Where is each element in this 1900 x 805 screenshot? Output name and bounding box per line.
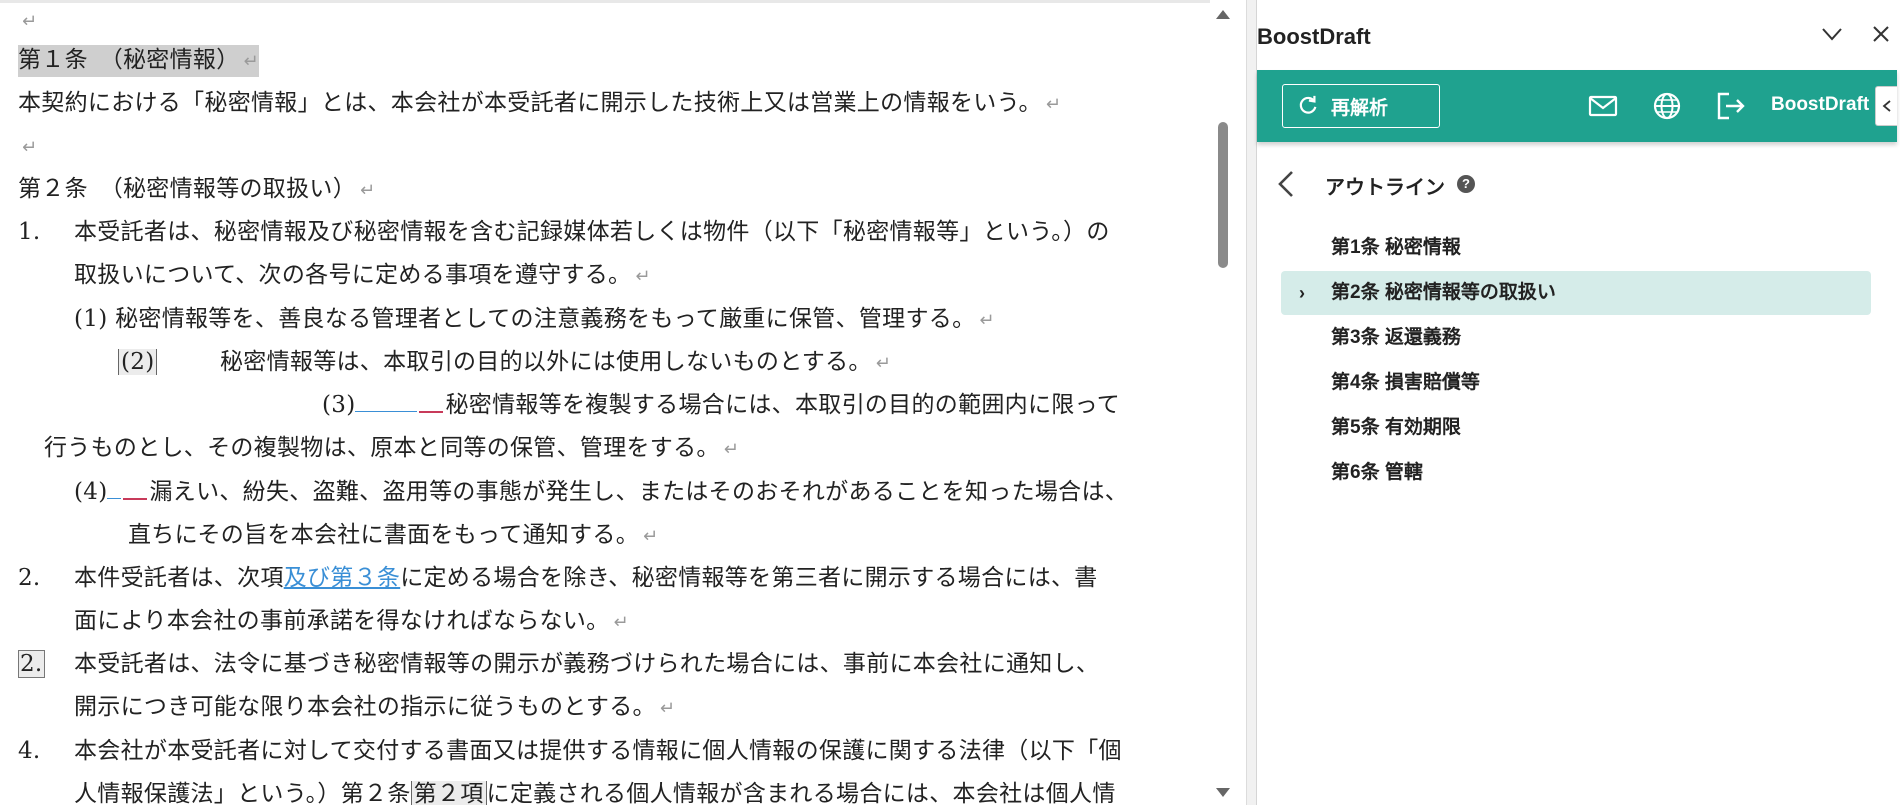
item-number: (1) — [74, 306, 108, 332]
outline-item-article-2[interactable]: › 第2条 秘密情報等の取扱い — [1281, 271, 1871, 315]
pane-splitter[interactable] — [1246, 0, 1256, 805]
outline-item-label: 第6条 管轄 — [1331, 462, 1423, 483]
item-number: 2. — [18, 565, 41, 591]
collapse-toolbar-tab[interactable] — [1875, 86, 1897, 126]
scroll-down-arrow[interactable] — [1216, 788, 1230, 797]
paragraph-text: 本受託者は、法令に基づき秘密情報等の開示が義務づけられた場合には、事前に本会社に… — [74, 651, 1100, 677]
paragraph: 開示につき可能な限り本会社の指示に従うものとする。 ↵ — [74, 694, 676, 720]
heading-article-2: 第２条 （秘密情報等の取扱い） ↵ — [18, 176, 376, 202]
inserted-space-mark — [107, 477, 122, 499]
outline-item-article-4[interactable]: 第4条 損害賠償等 — [1281, 361, 1871, 405]
paragraph: 直ちにその旨を本会社に書面をもって通知する。 ↵ — [128, 522, 659, 548]
paragraph-text: 行うものとし、その複製物は、原本と同等の保管、管理をする。 — [44, 435, 720, 461]
paragraph-mark: ↵ — [22, 11, 38, 32]
numbered-item: 2. — [18, 563, 41, 593]
inserted-space-mark — [355, 390, 418, 412]
reanalyze-button[interactable]: 再解析 — [1282, 84, 1440, 128]
paragraph-text: 秘密情報等を、善良なる管理者としての注意義務をもって厳重に保管、管理する。 — [115, 306, 976, 332]
outline-item-label: 第1条 秘密情報 — [1331, 237, 1461, 258]
empty-paragraph: ↵ — [18, 5, 37, 37]
paragraph-text: 本受託者は、秘密情報及び秘密情報を含む記録媒体若しくは物件（以下「秘密情報等」と… — [74, 219, 1110, 245]
refresh-icon — [1299, 95, 1317, 114]
paragraph-text: 本件受託者は、次項 — [74, 565, 284, 591]
paragraph: 本契約における「秘密情報」とは、本会社が本受託者に開示した技術上又は営業上の情報… — [18, 90, 1062, 116]
numbered-item: 1. — [18, 217, 41, 247]
item-number: (2) — [118, 349, 158, 375]
heading-text: 第１条 （秘密情報） — [18, 47, 240, 73]
mail-icon[interactable] — [1587, 90, 1619, 122]
outline-item-label: 第2条 秘密情報等の取扱い — [1331, 282, 1556, 303]
paragraph-text: 開示につき可能な限り本会社の指示に従うものとする。 — [74, 694, 656, 720]
outline-item-article-3[interactable]: 第3条 返還義務 — [1281, 316, 1871, 360]
outline-item-article-1[interactable]: 第1条 秘密情報 — [1281, 226, 1871, 270]
scroll-thumb[interactable] — [1218, 122, 1228, 268]
brand-label: BoostDraft — [1771, 94, 1870, 115]
outline-item-label: 第4条 損害賠償等 — [1331, 372, 1480, 393]
sub-item: (4) 漏えい、紛失、盗難、盗用等の事態が発生し、またはそのおそれがあることを知っ… — [74, 477, 1128, 507]
paragraph: 本受託者は、法令に基づき秘密情報等の開示が義務づけられた場合には、事前に本会社に… — [74, 649, 1099, 679]
paragraph-text: に定める場合を除き、秘密情報等を第三者に開示する場合には、書 — [400, 565, 1098, 591]
item-number: 2. — [18, 650, 45, 678]
chevron-right-icon[interactable]: › — [1299, 271, 1305, 315]
logout-icon[interactable] — [1715, 90, 1747, 122]
change-mark — [123, 486, 148, 500]
sub-item: (1) 秘密情報等を、善良なる管理者としての注意義務をもって厳重に保管、管理する… — [74, 306, 995, 332]
chevron-left-icon — [1882, 100, 1891, 112]
paragraph-text: 秘密情報等は、本取引の目的以外には使用しないものとする。 — [220, 349, 872, 375]
empty-paragraph: ↵ — [22, 137, 38, 158]
sub-item: (3) 秘密情報等を複製する場合には、本取引の目的の範囲内に限って — [322, 390, 1120, 420]
document-area[interactable]: ↵ 第１条 （秘密情報） ↵ 本契約における「秘密情報」とは、本会社が本受託者に開… — [0, 0, 1210, 805]
globe-icon[interactable] — [1651, 90, 1683, 122]
paragraph-text: 直ちにその旨を本会社に書面をもって通知する。 — [128, 522, 639, 548]
paragraph-text: 秘密情報等を複製する場合には、本取引の目的の範囲内に限って — [445, 392, 1121, 418]
paragraph-text: 本契約における「秘密情報」とは、本会社が本受託者に開示した技術上又は営業上の情報… — [18, 90, 1042, 116]
item-number: 4. — [18, 738, 41, 764]
outline-item-label: 第5条 有効期限 — [1331, 417, 1461, 438]
scroll-up-arrow[interactable] — [1216, 10, 1230, 19]
paragraph: 本受託者は、秘密情報及び秘密情報を含む記録媒体若しくは物件（以下「秘密情報等」と… — [74, 217, 1110, 247]
paragraph-text: 漏えい、紛失、盗難、盗用等の事態が発生し、またはそのおそれがあることを知った場合… — [149, 479, 1129, 505]
paragraph-text: 面により本会社の事前承諾を得なければならない。 — [74, 608, 610, 634]
outline-item-article-6[interactable]: 第6条 管轄 — [1281, 451, 1871, 495]
change-mark — [419, 399, 444, 413]
paragraph: 取扱いについて、次の各号に定める事項を遵守する。 ↵ — [74, 262, 651, 288]
paragraph-text: に定義される個人情報が含まれる場合には、本会社は個人情 — [486, 781, 1116, 805]
chevron-down-icon[interactable] — [1821, 26, 1843, 42]
item-number: (4) — [74, 479, 108, 505]
close-icon[interactable] — [1871, 24, 1891, 44]
numbered-item: 4. — [18, 736, 41, 766]
heading-text: 第２条 （秘密情報等の取扱い） — [18, 176, 356, 202]
paragraph: 本件受託者は、次項及び第３条に定める場合を除き、秘密情報等を第三者に開示する場合… — [74, 563, 1098, 593]
paragraph: 行うものとし、その複製物は、原本と同等の保管、管理をする。 ↵ — [44, 435, 740, 461]
paragraph-text: 本会社が本受託者に対して交付する書面又は提供する情報に個人情報の保護に関する法律… — [74, 738, 1122, 764]
sub-item: (2) — [118, 347, 158, 377]
outline-item-article-5[interactable]: 第5条 有効期限 — [1281, 406, 1871, 450]
highlighted-reference[interactable]: 第２項 — [410, 781, 487, 805]
item-number: (3) — [322, 392, 356, 418]
cross-reference-link[interactable]: 及び第３条 — [284, 565, 401, 591]
paragraph: 秘密情報等は、本取引の目的以外には使用しないものとする。 ↵ — [220, 349, 892, 375]
outline-title: アウトライン — [1325, 177, 1445, 199]
outline-item-label: 第3条 返還義務 — [1331, 327, 1461, 348]
item-number: 1. — [18, 219, 41, 245]
reanalyze-label: 再解析 — [1331, 97, 1389, 119]
paragraph: 本会社が本受託者に対して交付する書面又は提供する情報に個人情報の保護に関する法律… — [74, 736, 1122, 766]
panel-title: BoostDraft — [1257, 24, 1371, 49]
document-scrollbar[interactable] — [1212, 0, 1236, 805]
help-icon[interactable]: ? — [1457, 175, 1475, 193]
boostdraft-panel: BoostDraft 再解析 BoostDraft アウトライン ? 第1条 秘… — [1256, 0, 1900, 805]
paragraph: 面により本会社の事前承諾を得なければならない。 ↵ — [74, 608, 629, 634]
paragraph: 人情報保護法」という。）第２条 第２項 に定義される個人情報が含まれる場合には、本会… — [74, 779, 1116, 805]
paragraph-text: 取扱いについて、次の各号に定める事項を遵守する。 — [74, 262, 632, 288]
panel-toolbar: 再解析 BoostDraft — [1257, 70, 1897, 142]
heading-article-1: 第１条 （秘密情報） ↵ — [18, 45, 259, 77]
chevron-left-icon[interactable] — [1275, 168, 1297, 200]
paragraph-text: 人情報保護法」という。）第２条 — [74, 781, 411, 805]
numbered-item: 2. — [18, 649, 45, 679]
